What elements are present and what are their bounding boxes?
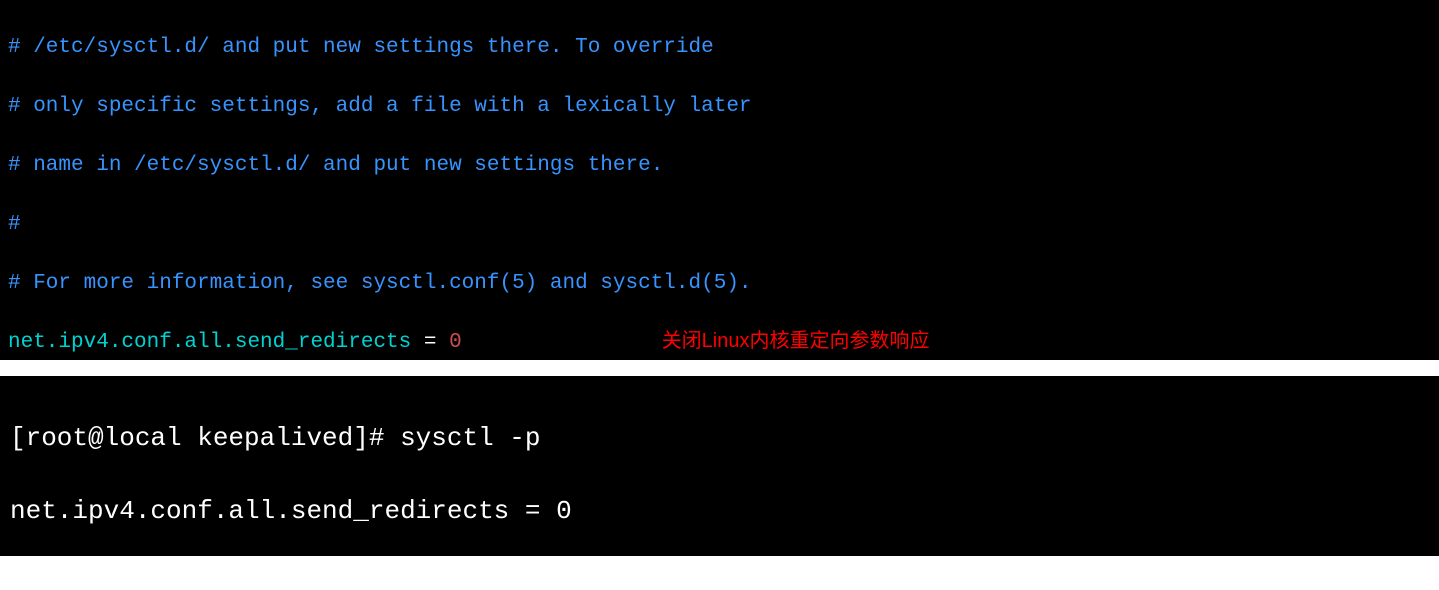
shell-prompt: [root@local keepalived]# [10,423,400,453]
comment-line: # name in /etc/sysctl.d/ and put new set… [8,154,663,177]
sysctl-value: 0 [449,331,462,354]
shell-terminal[interactable]: [root@local keepalived]# sysctl -p net.i… [0,376,1439,556]
comment-line: # /etc/sysctl.d/ and put new settings th… [8,36,714,59]
sysctl-key: net.ipv4.conf.all.send_redirects [8,331,411,354]
comment-line: # [8,213,21,236]
shell-command: sysctl -p [400,423,540,453]
comment-line: # only specific settings, add a file wit… [8,95,752,118]
comment-line: # For more information, see sysctl.conf(… [8,272,752,295]
editor-terminal[interactable]: # /etc/sysctl.d/ and put new settings th… [0,0,1439,360]
shell-output-line: net.ipv4.conf.all.send_redirects = 0 [10,496,572,526]
equals-sign: = [411,331,449,354]
annotation-label: 关闭Linux内核重定向参数响应 [662,330,930,352]
